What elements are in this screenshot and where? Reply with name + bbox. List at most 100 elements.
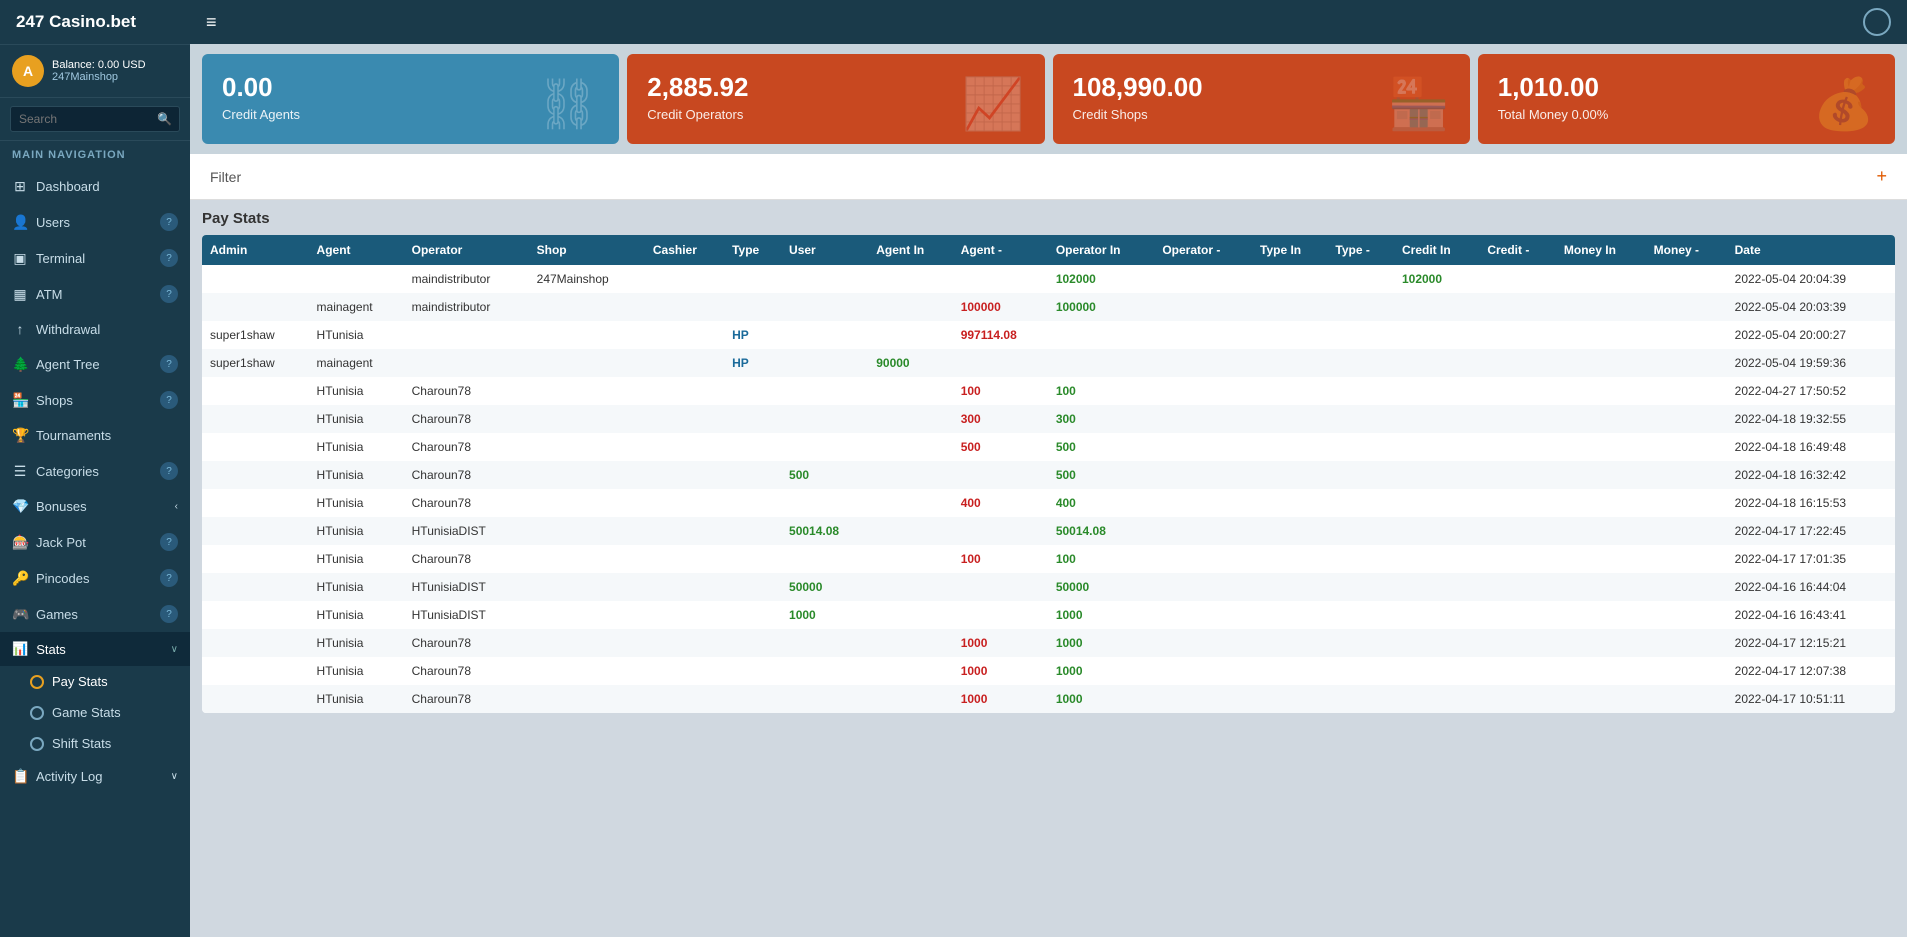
table-cell	[202, 265, 309, 293]
dashboard-icon: ⊞	[12, 178, 28, 195]
table-cell: super1shaw	[202, 349, 309, 377]
table-cell	[1327, 573, 1394, 601]
sidebar-item-terminal[interactable]: ▣ Terminal ?	[0, 240, 190, 276]
table-cell	[529, 629, 645, 657]
bonuses-icon: 💎	[12, 498, 28, 515]
topbar-circle-button[interactable]	[1863, 8, 1891, 36]
table-cell	[1252, 433, 1327, 461]
table-cell	[529, 433, 645, 461]
table-cell	[1646, 293, 1727, 321]
col-cashier: Cashier	[645, 235, 724, 265]
table-cell: 1000	[953, 685, 1048, 713]
sidebar-item-activity-log[interactable]: 📋 Activity Log ∨	[0, 759, 190, 794]
table-cell: HTunisiaDIST	[404, 573, 529, 601]
table-cell	[1048, 321, 1155, 349]
atm-badge: ?	[160, 285, 178, 303]
tournaments-icon: 🏆	[12, 427, 28, 444]
table-cell: 300	[1048, 405, 1155, 433]
table-cell	[645, 265, 724, 293]
table-header-row: Admin Agent Operator Shop Cashier Type U…	[202, 235, 1895, 265]
table-cell	[1327, 461, 1394, 489]
sidebar-item-shift-stats[interactable]: Shift Stats	[0, 728, 190, 759]
sidebar: 247 Casino.bet A Balance: 0.00 USD 247Ma…	[0, 0, 190, 937]
stats-section-header[interactable]: 📊 Stats ∨	[0, 632, 190, 666]
card-credit-operators: 2,885.92 Credit Operators 📈	[627, 54, 1044, 144]
pay-stats-table-wrap: Admin Agent Operator Shop Cashier Type U…	[202, 235, 1895, 713]
user-name: 247Mainshop	[52, 71, 146, 83]
table-cell: HTunisia	[309, 377, 404, 405]
table-cell	[1556, 489, 1646, 517]
table-cell	[1154, 405, 1252, 433]
table-cell	[1394, 489, 1479, 517]
table-cell: 2022-04-17 12:15:21	[1727, 629, 1895, 657]
sidebar-item-dashboard[interactable]: ⊞ Dashboard	[0, 169, 190, 204]
search-input[interactable]	[10, 106, 180, 132]
table-cell: 2022-05-04 20:04:39	[1727, 265, 1895, 293]
user-info: A Balance: 0.00 USD 247Mainshop	[0, 45, 190, 98]
pay-stats-table: Admin Agent Operator Shop Cashier Type U…	[202, 235, 1895, 713]
sidebar-item-atm[interactable]: ▦ ATM ?	[0, 276, 190, 312]
table-cell	[868, 601, 952, 629]
table-cell	[1556, 349, 1646, 377]
table-cell	[1646, 321, 1727, 349]
table-cell	[724, 517, 781, 545]
table-cell	[868, 405, 952, 433]
sidebar-item-categories[interactable]: ☰ Categories ?	[0, 453, 190, 489]
col-credit-minus: Credit -	[1479, 235, 1556, 265]
table-cell: 100	[953, 545, 1048, 573]
table-cell	[1394, 629, 1479, 657]
table-cell: 1000	[953, 629, 1048, 657]
table-cell	[1154, 377, 1252, 405]
table-cell	[645, 601, 724, 629]
table-cell	[1154, 601, 1252, 629]
table-cell	[1394, 377, 1479, 405]
sidebar-item-jackpot[interactable]: 🎰 Jack Pot ?	[0, 524, 190, 560]
table-cell	[309, 265, 404, 293]
menu-toggle-button[interactable]: ≡	[206, 12, 217, 33]
table-cell	[724, 265, 781, 293]
table-cell	[868, 657, 952, 685]
table-row: HTunisiaCharoun781001002022-04-27 17:50:…	[202, 377, 1895, 405]
games-badge: ?	[160, 605, 178, 623]
sidebar-item-agent-tree[interactable]: 🌲 Agent Tree ?	[0, 346, 190, 382]
sidebar-item-tournaments[interactable]: 🏆 Tournaments	[0, 418, 190, 453]
table-cell	[724, 377, 781, 405]
table-cell: 2022-04-18 16:15:53	[1727, 489, 1895, 517]
table-cell	[1252, 265, 1327, 293]
table-cell	[1154, 265, 1252, 293]
table-cell	[781, 405, 868, 433]
table-cell	[868, 573, 952, 601]
sidebar-item-shops[interactable]: 🏪 Shops ?	[0, 382, 190, 418]
sidebar-item-users[interactable]: 👤 Users ?	[0, 204, 190, 240]
sidebar-item-pincodes[interactable]: 🔑 Pincodes ?	[0, 560, 190, 596]
sidebar-item-game-stats[interactable]: Game Stats	[0, 697, 190, 728]
filter-label: Filter	[210, 169, 241, 185]
table-cell	[1252, 601, 1327, 629]
table-cell	[1154, 489, 1252, 517]
agent-tree-icon: 🌲	[12, 356, 28, 373]
table-cell: HTunisia	[309, 433, 404, 461]
table-cell	[724, 629, 781, 657]
sidebar-item-withdrawal[interactable]: ↑ Withdrawal	[0, 312, 190, 346]
withdrawal-icon: ↑	[12, 321, 28, 337]
table-cell: 2022-04-17 10:51:11	[1727, 685, 1895, 713]
sidebar-item-pay-stats[interactable]: Pay Stats	[0, 666, 190, 697]
table-cell	[1479, 657, 1556, 685]
users-badge: ?	[160, 213, 178, 231]
table-cell	[781, 293, 868, 321]
filter-plus-button[interactable]: +	[1876, 166, 1887, 187]
summary-cards-row: 0.00 Credit Agents ⛓ 2,885.92 Credit Ope…	[190, 44, 1907, 154]
table-cell	[202, 293, 309, 321]
table-cell	[1479, 545, 1556, 573]
table-cell	[1327, 349, 1394, 377]
table-row: HTunisiaHTunisiaDIST100010002022-04-16 1…	[202, 601, 1895, 629]
stats-arrow: ∨	[171, 644, 178, 655]
table-cell: 500	[953, 433, 1048, 461]
sidebar-item-games[interactable]: 🎮 Games ?	[0, 596, 190, 632]
table-cell	[1556, 377, 1646, 405]
col-operator-minus: Operator -	[1154, 235, 1252, 265]
table-cell: 102000	[1394, 265, 1479, 293]
sidebar-item-bonuses[interactable]: 💎 Bonuses ‹	[0, 489, 190, 524]
filter-bar: Filter +	[190, 154, 1907, 200]
table-cell	[202, 685, 309, 713]
